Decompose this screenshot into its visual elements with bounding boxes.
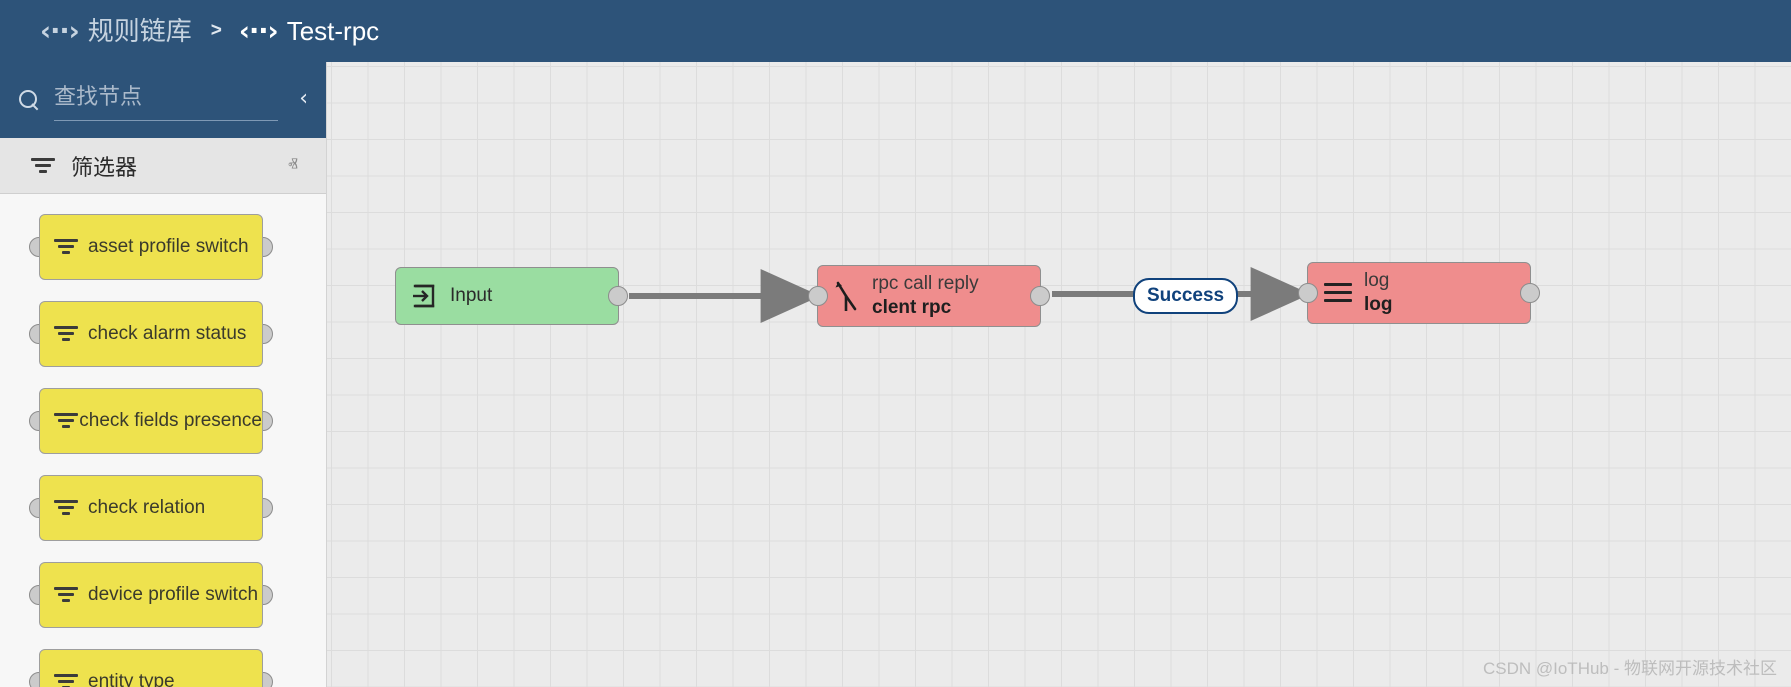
filter-icon [54, 238, 78, 256]
search-bar: ‹ [0, 62, 326, 138]
collapse-sidebar-button[interactable]: ‹ [299, 88, 308, 110]
filter-section-title: 筛选器 [71, 154, 138, 180]
filter-icon [54, 499, 78, 517]
palette-node-label: check alarm status [88, 323, 247, 344]
canvas-node-log[interactable]: log log [1298, 262, 1540, 324]
filter-icon [54, 325, 78, 343]
input-arrow-icon [412, 283, 438, 309]
node-port-right[interactable] [1520, 283, 1540, 303]
filter-section-header[interactable]: 筛选器 ⱏ [0, 138, 326, 194]
list-item[interactable]: entity type [29, 649, 273, 687]
log-lines-icon [1324, 282, 1352, 304]
edge-label-success[interactable]: Success [1133, 278, 1239, 314]
list-item[interactable]: asset profile switch [29, 214, 273, 280]
node-library-sidebar: ‹ 筛选器 ⱏ asset profile switch [0, 62, 327, 687]
chevron-up-icon: ⱏ [288, 153, 298, 177]
palette-node-label: device profile switch [88, 584, 259, 605]
canvas-node-title: log [1364, 269, 1390, 291]
breadcrumb-item-rule-chain-library[interactable]: ‹··› 规则链库 [40, 18, 192, 45]
search-icon [18, 89, 40, 111]
canvas-node-input[interactable]: Input [395, 267, 628, 325]
breadcrumb-parent-label: 规则链库 [87, 16, 192, 46]
breadcrumb-current-label: Test-rpc [286, 16, 380, 46]
canvas-node-subtitle: clent rpc [872, 297, 952, 318]
canvas-node-text: log log [1364, 269, 1393, 318]
filter-node-list: asset profile switch check alarm status … [0, 194, 326, 687]
palette-node-device-profile-switch[interactable]: device profile switch [39, 562, 263, 628]
list-item[interactable]: check relation [29, 475, 273, 541]
watermark: CSDN @IoTHub - 物联网开源技术社区 [1482, 659, 1777, 678]
filter-icon [54, 586, 78, 604]
breadcrumb: ‹··› 规则链库 > ‹··› Test-rpc [40, 0, 379, 62]
top-bar: ‹··› 规则链库 > ‹··› Test-rpc [0, 0, 1791, 62]
node-port-left[interactable] [1298, 283, 1318, 303]
node-port-left[interactable] [808, 286, 828, 306]
canvas-node-title: Input [450, 285, 493, 306]
palette-node-check-relation[interactable]: check relation [39, 475, 263, 541]
palette-node-asset-profile-switch[interactable]: asset profile switch [39, 214, 263, 280]
palette-node-check-fields-presence[interactable]: check fields presence [39, 388, 263, 454]
breadcrumb-separator: > [210, 20, 222, 41]
rule-chain-editor: ‹··› 规则链库 > ‹··› Test-rpc ‹ 筛选器 ⱏ [0, 0, 1791, 687]
palette-node-label: check fields presence [79, 410, 262, 431]
canvas-node-subtitle: log [1364, 294, 1393, 315]
edge-layer [629, 267, 1311, 323]
canvas-node-text: rpc call reply clent rpc [872, 272, 979, 321]
call-split-icon [834, 281, 860, 313]
search-input[interactable] [54, 81, 278, 121]
filter-icon [31, 157, 55, 175]
filter-icon [54, 412, 78, 430]
node-port-right[interactable] [608, 286, 628, 306]
palette-node-check-alarm-status[interactable]: check alarm status [39, 301, 263, 367]
canvas-node-rpc-call-reply[interactable]: rpc call reply clent rpc [808, 265, 1050, 327]
palette-node-label: entity type [88, 671, 175, 687]
palette-node-label: asset profile switch [88, 236, 249, 257]
node-port-right[interactable] [1030, 286, 1050, 306]
canvas-node-title: rpc call reply [872, 272, 979, 294]
list-item[interactable]: check alarm status [29, 301, 273, 367]
filter-icon [54, 673, 78, 687]
rule-chain-icon: ‹··› [238, 15, 279, 47]
palette-node-entity-type[interactable]: entity type [39, 649, 263, 687]
list-item[interactable]: device profile switch [29, 562, 273, 628]
palette-node-label: check relation [88, 497, 206, 518]
list-item[interactable]: check fields presence [29, 388, 273, 454]
rule-chain-library-icon: ‹··› [40, 15, 80, 47]
rule-chain-canvas[interactable]: Input rpc call reply clent rpc log log S… [327, 62, 1791, 687]
breadcrumb-item-current[interactable]: ‹··› Test-rpc [239, 18, 379, 45]
